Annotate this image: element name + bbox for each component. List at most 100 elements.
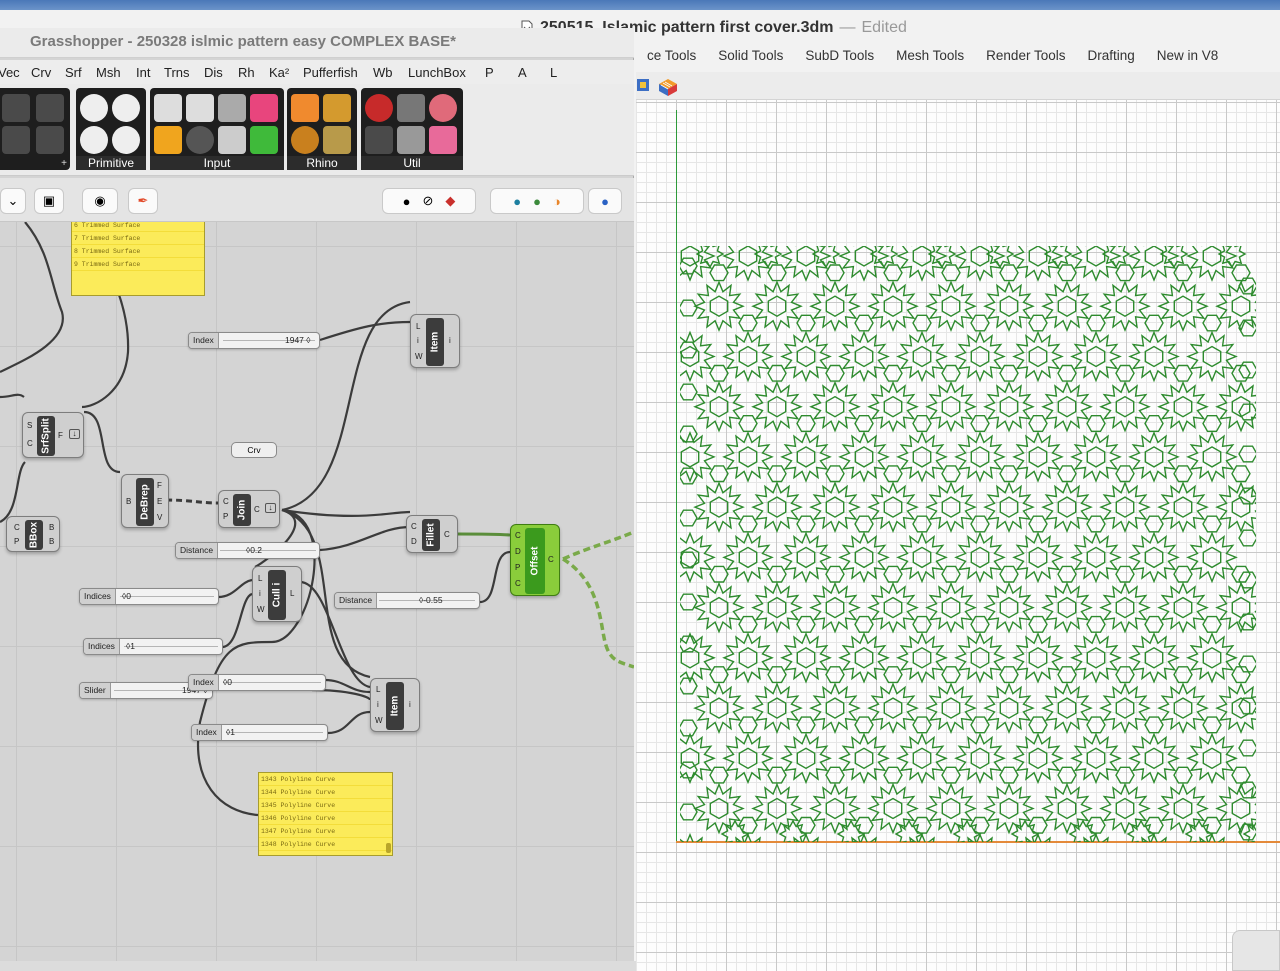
pattern-object-icon[interactable]: [323, 94, 351, 122]
tab-mesh-tools[interactable]: Mesh Tools: [885, 46, 975, 70]
text-param-icon[interactable]: [112, 126, 140, 154]
rhino-top-viewport[interactable]: [636, 100, 1280, 971]
index-slider-top[interactable]: Index 1947 ◊: [188, 332, 320, 349]
debrep-component[interactable]: DeBrep B F E V: [121, 474, 169, 528]
graph-input-icon[interactable]: [218, 94, 246, 122]
bbox-component[interactable]: BBox C P B B: [6, 516, 60, 552]
index-slider-1[interactable]: Index ◊1: [191, 724, 328, 741]
input-w[interactable]: W: [375, 716, 383, 725]
tab-p[interactable]: P: [485, 65, 494, 80]
tab-a[interactable]: A: [518, 65, 527, 80]
sketch-pen-icon[interactable]: ✒: [128, 188, 158, 214]
offset-component[interactable]: Offset C D P C C: [510, 524, 560, 596]
tab-pufferfish[interactable]: Pufferfish: [303, 65, 358, 80]
expand-icon[interactable]: +: [61, 158, 67, 169]
sphere-render-icon[interactable]: ●: [588, 188, 622, 214]
output-v[interactable]: V: [157, 513, 162, 522]
islamic-pattern-geometry[interactable]: [680, 246, 1256, 842]
output-i[interactable]: i: [449, 336, 451, 345]
hexagon-object-icon[interactable]: [323, 126, 351, 154]
viewport-corner-widget[interactable]: [1232, 930, 1280, 971]
input-c[interactable]: C: [14, 523, 20, 532]
output-c[interactable]: C: [254, 505, 260, 514]
grasshopper-canvas[interactable]: 6 Trimmed Surface 7 Trimmed Surface 8 Tr…: [0, 222, 634, 961]
input-w[interactable]: W: [415, 352, 423, 361]
flatten-icon[interactable]: ↓: [265, 503, 276, 513]
output-c[interactable]: C: [444, 530, 450, 539]
input-c[interactable]: C: [27, 439, 33, 448]
distance-slider-offset[interactable]: Distance ◊-0.55: [334, 592, 480, 609]
arrow-right-util-icon[interactable]: [397, 94, 425, 122]
boolean-param-icon[interactable]: [112, 94, 140, 122]
join-component[interactable]: Join C P C ↓: [218, 490, 280, 528]
shaded-preview-icon[interactable]: ⊘: [422, 193, 433, 209]
box-param-icon[interactable]: [36, 94, 64, 122]
list-input-icon[interactable]: [218, 126, 246, 154]
tab-msh[interactable]: Msh: [96, 65, 121, 80]
integer-param-icon[interactable]: [80, 126, 108, 154]
input-l[interactable]: L: [416, 322, 420, 331]
input-i[interactable]: i: [259, 589, 261, 598]
tab-solid-tools[interactable]: Solid Tools: [707, 46, 794, 70]
rhino-object-icon[interactable]: [291, 94, 319, 122]
input-c[interactable]: C: [411, 522, 417, 531]
cherry-util-icon[interactable]: [365, 94, 393, 122]
mesh-display-icon[interactable]: ●: [513, 194, 521, 209]
download-input-icon[interactable]: [154, 94, 182, 122]
tab-vec[interactable]: Vec: [0, 65, 20, 80]
input-i[interactable]: i: [377, 700, 379, 709]
output-l[interactable]: L: [290, 589, 294, 598]
slider-track[interactable]: [226, 732, 323, 733]
tab-l[interactable]: L: [550, 65, 557, 80]
output-f[interactable]: F: [157, 481, 162, 490]
crv-param[interactable]: Crv: [231, 442, 277, 458]
input-i[interactable]: i: [417, 336, 419, 345]
srfsplit-component[interactable]: SrfSplit S C F ↓: [22, 412, 84, 458]
slider-track[interactable]: [120, 596, 214, 597]
output-b2[interactable]: B: [49, 537, 54, 546]
input-l[interactable]: L: [376, 685, 380, 694]
surface-display-icon[interactable]: ●: [533, 194, 541, 209]
mesh-param-icon[interactable]: [2, 126, 30, 154]
slider-track[interactable]: [220, 550, 316, 551]
tree-util-icon[interactable]: [365, 126, 393, 154]
slider-track[interactable]: [124, 646, 218, 647]
slider-track[interactable]: [223, 682, 321, 683]
cull-index-component[interactable]: Cull i L i W L: [252, 566, 302, 622]
tab-srf[interactable]: Srf: [65, 65, 82, 80]
grid-cube-tool-icon[interactable]: [656, 76, 680, 96]
input-b[interactable]: B: [126, 497, 131, 506]
circle-param-icon[interactable]: [80, 94, 108, 122]
indices-slider-1[interactable]: Indices ◊1: [83, 638, 223, 655]
brep-param-icon[interactable]: [36, 126, 64, 154]
tab-int[interactable]: Int: [136, 65, 150, 80]
md-slider-input-icon[interactable]: [250, 126, 278, 154]
input-c2[interactable]: C: [515, 579, 521, 588]
tab-wb[interactable]: Wb: [373, 65, 393, 80]
tab-render-tools[interactable]: Render Tools: [975, 46, 1076, 70]
toggle-input-icon[interactable]: [186, 94, 214, 122]
input-p[interactable]: P: [223, 512, 228, 521]
input-d[interactable]: D: [411, 537, 417, 546]
input-w[interactable]: W: [257, 605, 265, 614]
tab-subd-tools[interactable]: SubD Tools: [794, 46, 885, 70]
index-slider-0[interactable]: Index ◊0: [188, 674, 326, 691]
chevron-down-icon[interactable]: ⌄: [0, 188, 26, 214]
input-p[interactable]: P: [14, 537, 19, 546]
atom-util-icon[interactable]: [429, 94, 457, 122]
input-c[interactable]: C: [223, 497, 229, 506]
tab-surface-tools[interactable]: ce Tools: [636, 46, 707, 70]
tab-new-in-v8[interactable]: New in V8: [1146, 46, 1230, 70]
tab-trns[interactable]: Trns: [164, 65, 190, 80]
surface-tool-icon[interactable]: [636, 76, 650, 94]
trimmed-surface-panel[interactable]: 6 Trimmed Surface 7 Trimmed Surface 8 Tr…: [71, 222, 205, 296]
tab-crv[interactable]: Crv: [31, 65, 51, 80]
panel-scrollbar[interactable]: [386, 843, 391, 853]
indices-slider-0[interactable]: Indices ◊0: [79, 588, 219, 605]
flatten-icon[interactable]: ↓: [69, 429, 80, 439]
list-item-component-top[interactable]: Item L i W i: [410, 314, 460, 368]
wire-preview-icon[interactable]: ●: [403, 194, 411, 209]
preview-eye-icon[interactable]: ◉: [82, 188, 118, 214]
input-s[interactable]: S: [27, 421, 32, 430]
output-e[interactable]: E: [157, 497, 162, 506]
